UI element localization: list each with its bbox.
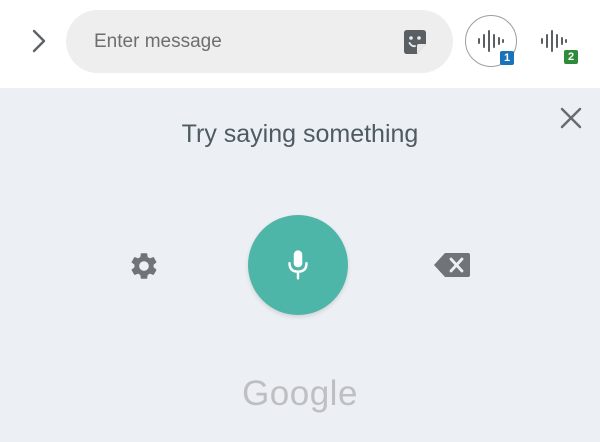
voice-input-panel: Try saying something Google [0, 88, 600, 442]
google-logo: Google [242, 374, 358, 413]
voice-input-button-2[interactable]: 2 [528, 15, 580, 67]
chevron-right-icon [32, 29, 46, 53]
voice-input-button-1[interactable]: 1 [465, 15, 517, 67]
backspace-button[interactable] [432, 249, 472, 281]
sticker-button[interactable] [400, 27, 430, 57]
compose-bar: 1 2 [0, 0, 600, 88]
message-field[interactable] [66, 10, 453, 73]
voice-badge-2: 2 [564, 50, 578, 64]
gear-icon [131, 253, 157, 279]
voice-prompt: Try saying something [181, 120, 419, 148]
voice-waveform-icon [478, 30, 504, 52]
voice-badge-1: 1 [500, 51, 514, 65]
expand-button[interactable] [22, 24, 56, 58]
settings-button[interactable] [124, 246, 164, 286]
microphone-button[interactable] [248, 215, 348, 315]
microphone-icon [288, 250, 308, 280]
backspace-icon [434, 253, 470, 277]
sticker-icon [404, 30, 426, 54]
message-input[interactable] [94, 10, 394, 73]
